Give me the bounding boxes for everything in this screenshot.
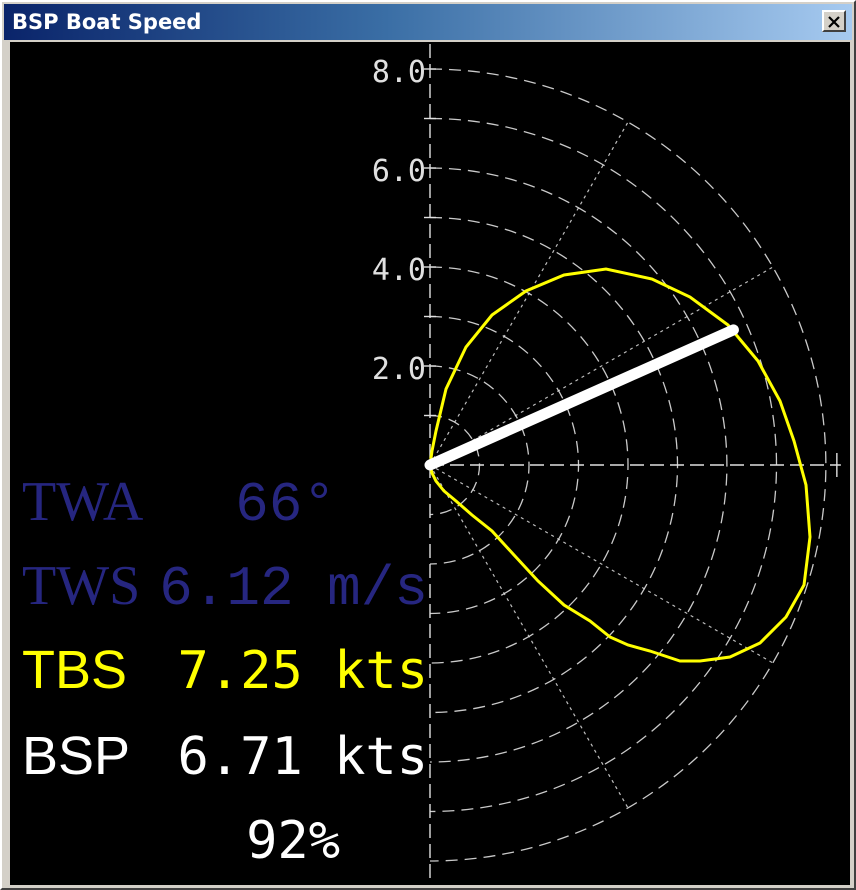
close-icon — [828, 16, 840, 28]
tbs-value: 7.25 kts — [178, 641, 428, 701]
radial-tick-label: 6.0 — [372, 154, 426, 189]
polar-plot: 2.0 4.0 6.0 8.0 TWA 66° TWS 6.12 m/s TBS 7.… — [22, 44, 841, 883]
radial-tick-label: 8.0 — [372, 55, 426, 90]
tws-value: 6.12 m/s — [159, 557, 428, 621]
bsp-percentage: 92% — [246, 811, 340, 871]
angle-spoke — [429, 464, 629, 809]
tws-label: TWS — [22, 555, 140, 617]
angle-spoke — [429, 121, 629, 466]
polar-display: 2.0 4.0 6.0 8.0 TWA 66° TWS 6.12 m/s TBS 7.… — [10, 42, 850, 885]
boat-speed-window: BSP Boat Speed 2.0 4.0 6.0 8.0 TWA 66° TWS … — [0, 0, 856, 890]
twa-label: TWA — [22, 471, 144, 533]
tbs-label: TBS — [22, 640, 127, 700]
angle-spoke — [429, 464, 774, 664]
radial-tick-label: 4.0 — [372, 253, 426, 288]
close-button[interactable] — [822, 10, 846, 32]
window-title: BSP Boat Speed — [12, 10, 202, 34]
bsp-value: 6.71 kts — [178, 727, 428, 787]
twa-value: 66° — [235, 473, 336, 537]
radial-tick-labels: 2.0 4.0 6.0 8.0 — [372, 55, 426, 387]
radial-tick-label: 2.0 — [372, 352, 426, 387]
boat-speed-vector — [424, 324, 739, 471]
bsp-label: BSP — [22, 726, 130, 786]
angle-spoke — [429, 266, 774, 466]
title-bar[interactable]: BSP Boat Speed — [4, 4, 852, 40]
polar-grid — [424, 44, 841, 883]
